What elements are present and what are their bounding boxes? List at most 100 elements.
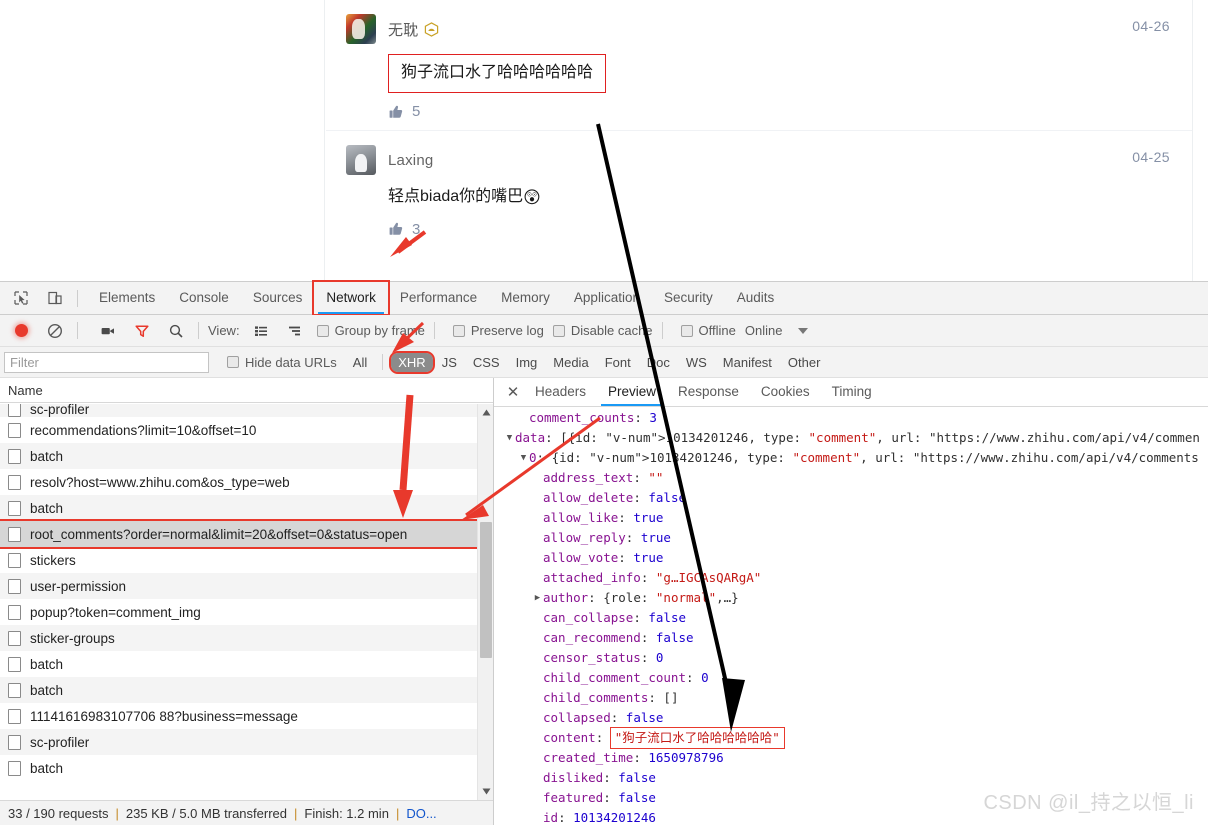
scroll-down-arrow-icon[interactable] [478,783,493,800]
request-list-scrollbar[interactable] [477,404,493,800]
web-page-content: 无耽 04-26 狗子流口水了哈哈哈哈哈哈 5 Laxing 04-25 轻点b… [0,0,1208,281]
tab-performance[interactable]: Performance [388,282,489,314]
transferred-size: 235 KB / 5.0 MB transferred [125,805,287,821]
expand-triangle-open-icon[interactable]: ▼ [518,448,529,468]
json-line[interactable]: ▼ data: [{id: "v-num">10134201246, type: … [494,428,1208,448]
tab-timing[interactable]: Timing [821,378,883,406]
json-line[interactable]: allow_delete: false [494,488,1208,508]
waterfall-view-icon[interactable] [282,318,308,344]
close-icon[interactable]: ✕ [502,383,524,401]
tab-audits[interactable]: Audits [725,282,787,314]
preserve-log-checkbox[interactable]: Preserve log [452,323,544,338]
table-row[interactable]: recommendations?limit=10&offset=10 [0,417,493,443]
json-line[interactable]: child_comment_count: 0 [494,668,1208,688]
table-row[interactable]: user-permission [0,573,493,599]
table-row[interactable]: batch [0,495,493,521]
column-header-name[interactable]: Name [0,378,493,403]
json-line[interactable]: address_text: "" [494,468,1208,488]
filter-type-font[interactable]: Font [598,353,638,372]
tab-sources[interactable]: Sources [241,282,315,314]
thumbs-up-icon[interactable] [388,221,404,237]
filter-type-all[interactable]: All [346,353,374,372]
filter-type-xhr[interactable]: XHR [389,350,435,374]
json-line[interactable]: can_collapse: false [494,608,1208,628]
filter-type-ws[interactable]: WS [679,353,714,372]
table-row[interactable]: stickers [0,547,493,573]
funnel-icon[interactable] [129,318,155,344]
filter-type-manifest[interactable]: Manifest [716,353,779,372]
json-line[interactable]: collapsed: false [494,708,1208,728]
table-row[interactable]: sticker-groups [0,625,493,651]
avatar[interactable] [346,145,376,175]
document-icon [8,448,21,464]
json-line[interactable]: allow_vote: true [494,548,1208,568]
json-line[interactable]: comment_counts: 3 [494,408,1208,428]
tab-memory[interactable]: Memory [489,282,562,314]
filter-type-img[interactable]: Img [509,353,545,372]
tab-headers[interactable]: Headers [524,378,597,406]
table-row[interactable]: 11141616983107706 88?business=message [0,703,493,729]
inspect-element-icon[interactable] [8,285,34,311]
camera-icon[interactable] [95,318,121,344]
hide-data-urls-checkbox[interactable]: Hide data URLs [227,355,337,370]
list-view-icon[interactable] [248,318,274,344]
table-row[interactable]: resolv?host=www.zhihu.com&os_type=web [0,469,493,495]
table-row[interactable]: batch [0,443,493,469]
table-row[interactable]: sc-profiler [0,729,493,755]
expand-triangle-open-icon[interactable]: ▼ [504,428,515,448]
json-line[interactable]: can_recommend: false [494,628,1208,648]
table-row[interactable]: batch [0,651,493,677]
thumbs-up-icon[interactable] [388,104,404,120]
json-line[interactable]: censor_status: 0 [494,648,1208,668]
expand-triangle-closed-icon[interactable]: ▶ [532,588,543,608]
json-line[interactable]: content: "狗子流口水了哈哈哈哈哈哈" [494,727,1208,749]
json-key: created_time [543,750,634,765]
json-line[interactable]: ▼ 0: {id: "v-num">10134201246, type: "com… [494,448,1208,468]
json-line[interactable]: attached_info: "g…IGCAsQARgA" [494,568,1208,588]
table-row[interactable]: sc-profiler [0,404,493,417]
json-line[interactable]: allow_reply: true [494,528,1208,548]
json-value: false [655,630,694,645]
tab-cookies[interactable]: Cookies [750,378,821,406]
record-dot-icon[interactable] [8,318,34,344]
comment-author-name[interactable]: Laxing [388,152,433,169]
clear-no-entry-icon[interactable] [42,318,68,344]
tab-application[interactable]: Application [562,282,652,314]
toolbar-divider [77,322,78,339]
filter-type-other[interactable]: Other [781,353,828,372]
json-line[interactable]: child_comments: [] [494,688,1208,708]
tab-response[interactable]: Response [667,378,750,406]
toggle-device-toolbar-icon[interactable] [42,285,68,311]
chevron-down-icon[interactable] [798,327,809,334]
tab-security[interactable]: Security [652,282,725,314]
json-preview-tree[interactable]: comment_counts: 3 ▼ data: [{id: "v-num">10… [494,408,1208,825]
disable-cache-checkbox[interactable]: Disable cache [552,323,653,338]
filter-type-css[interactable]: CSS [466,353,507,372]
filter-input[interactable] [4,351,209,373]
filter-type-doc[interactable]: Doc [640,353,677,372]
json-line[interactable]: allow_like: true [494,508,1208,528]
throttling-value[interactable]: Online [745,323,783,338]
filter-type-js[interactable]: JS [435,353,464,372]
tab-elements[interactable]: Elements [87,282,167,314]
scroll-up-arrow-icon[interactable] [478,404,493,421]
table-row[interactable]: popup?token=comment_img [0,599,493,625]
network-status-bar: 33 / 190 requests | 235 KB / 5.0 MB tran… [0,800,493,825]
table-row[interactable]: batch [0,677,493,703]
json-line[interactable]: ▶ author: {role: "normal",…} [494,588,1208,608]
tab-console[interactable]: Console [167,282,241,314]
group-by-frame-checkbox[interactable]: Group by frame [316,323,425,338]
tab-network[interactable]: Network [312,280,390,316]
offline-checkbox[interactable]: Offline [680,323,736,338]
json-value-highlighted: "狗子流口水了哈哈哈哈哈哈" [609,727,785,749]
scrollbar-thumb[interactable] [480,522,492,658]
filter-type-media[interactable]: Media [546,353,595,372]
json-line[interactable]: disliked: false [494,768,1208,788]
json-line[interactable]: created_time: 1650978796 [494,748,1208,768]
table-row-selected[interactable]: root_comments?order=normal&limit=20&offs… [0,519,493,549]
tab-preview[interactable]: Preview [597,378,667,406]
table-row[interactable]: batch [0,755,493,781]
comment-author-name[interactable]: 无耽 [388,19,418,40]
avatar[interactable] [346,14,376,44]
magnifier-icon[interactable] [163,318,189,344]
